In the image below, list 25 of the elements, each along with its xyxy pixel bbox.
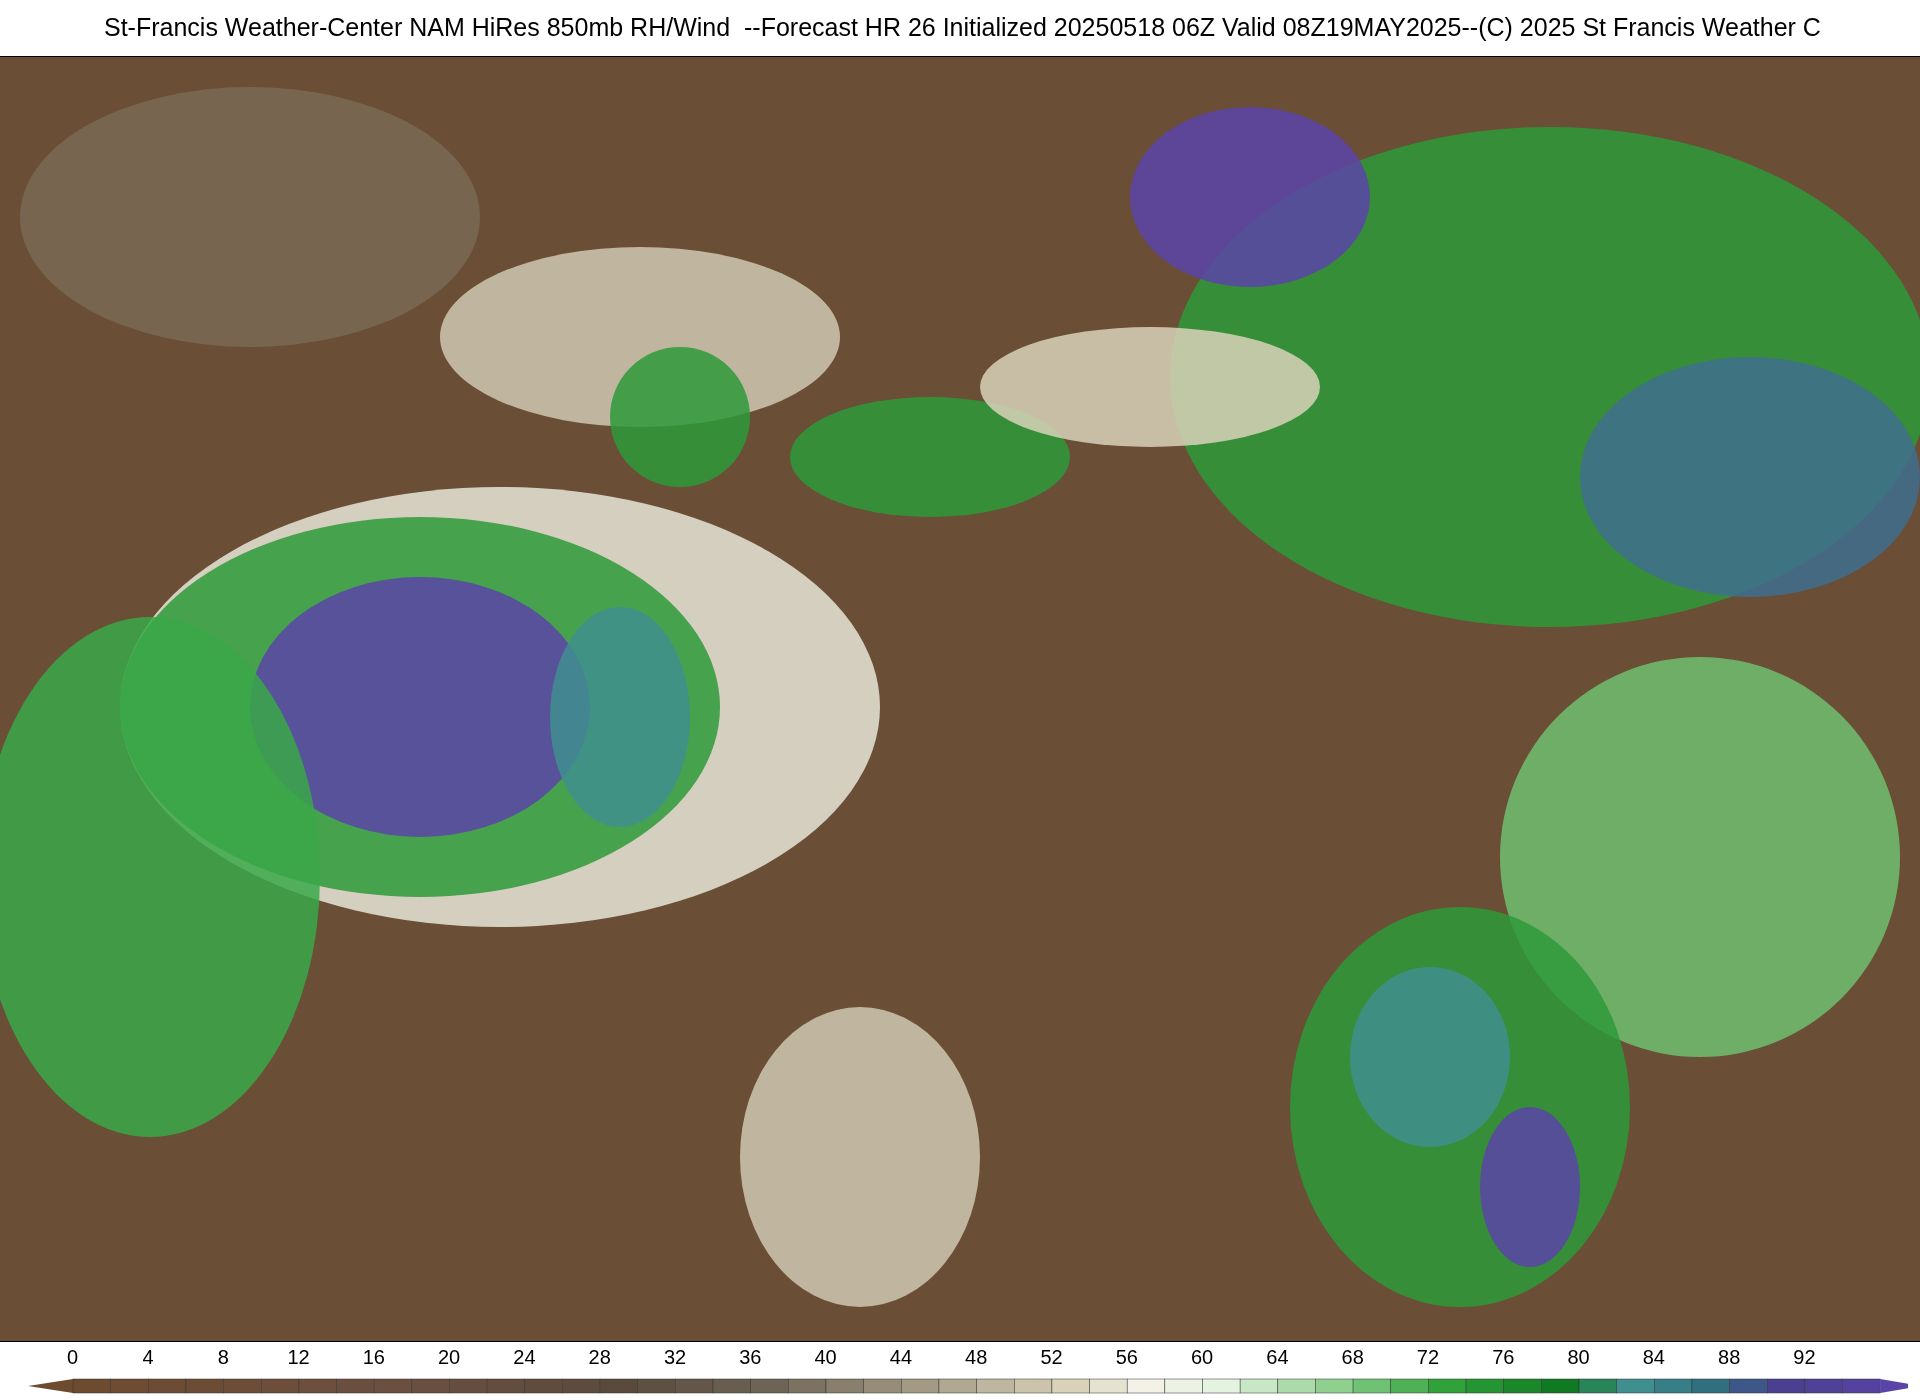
colorbar-tick-label: 84 bbox=[1641, 1345, 1666, 1370]
colorbar-tick-label: 68 bbox=[1340, 1345, 1365, 1370]
colorbar-tick-label: 88 bbox=[1717, 1345, 1742, 1370]
colorbar-tick-label: 80 bbox=[1566, 1345, 1591, 1370]
colorbar-tick-label: 72 bbox=[1415, 1345, 1441, 1370]
colorbar-tick-label: 12 bbox=[286, 1345, 311, 1370]
colorbar-tick-label: 36 bbox=[738, 1345, 763, 1370]
chart-title: St-Francis Weather-Center NAM HiRes 850mb RH/Wind --Forecast HR 26 Initialized 20250518 06Z Valid 08Z19MAY2025--(C) 2025 St Francis Weather C bbox=[104, 12, 1821, 44]
colorbar-tick-label: 48 bbox=[964, 1345, 989, 1370]
colorbar-tick-label: 92 bbox=[1792, 1345, 1817, 1370]
colorbar-tick-label: 24 bbox=[512, 1345, 537, 1370]
colorbar-tick-label: 52 bbox=[1039, 1345, 1064, 1370]
colorbar-tick-label: 32 bbox=[662, 1345, 688, 1370]
colorbar-tick-label: 60 bbox=[1189, 1345, 1215, 1370]
colorbar-tick-label: 16 bbox=[361, 1345, 386, 1370]
colorbar-tick-label: 0 bbox=[66, 1345, 80, 1370]
colorbar-tick-label: 8 bbox=[216, 1345, 230, 1370]
colorbar-tick-label: 4 bbox=[141, 1345, 155, 1370]
colorbar-tick-label: 40 bbox=[813, 1345, 838, 1370]
colorbar-tick-label: 76 bbox=[1491, 1345, 1516, 1370]
colorbar-tick-label: 44 bbox=[888, 1345, 914, 1370]
colorbar-tick-label: 56 bbox=[1114, 1345, 1139, 1370]
colorbar-tick-label: 28 bbox=[587, 1345, 612, 1370]
colorbar-tick-label: 20 bbox=[437, 1345, 462, 1370]
colorbar-tick-label: 64 bbox=[1265, 1345, 1290, 1370]
